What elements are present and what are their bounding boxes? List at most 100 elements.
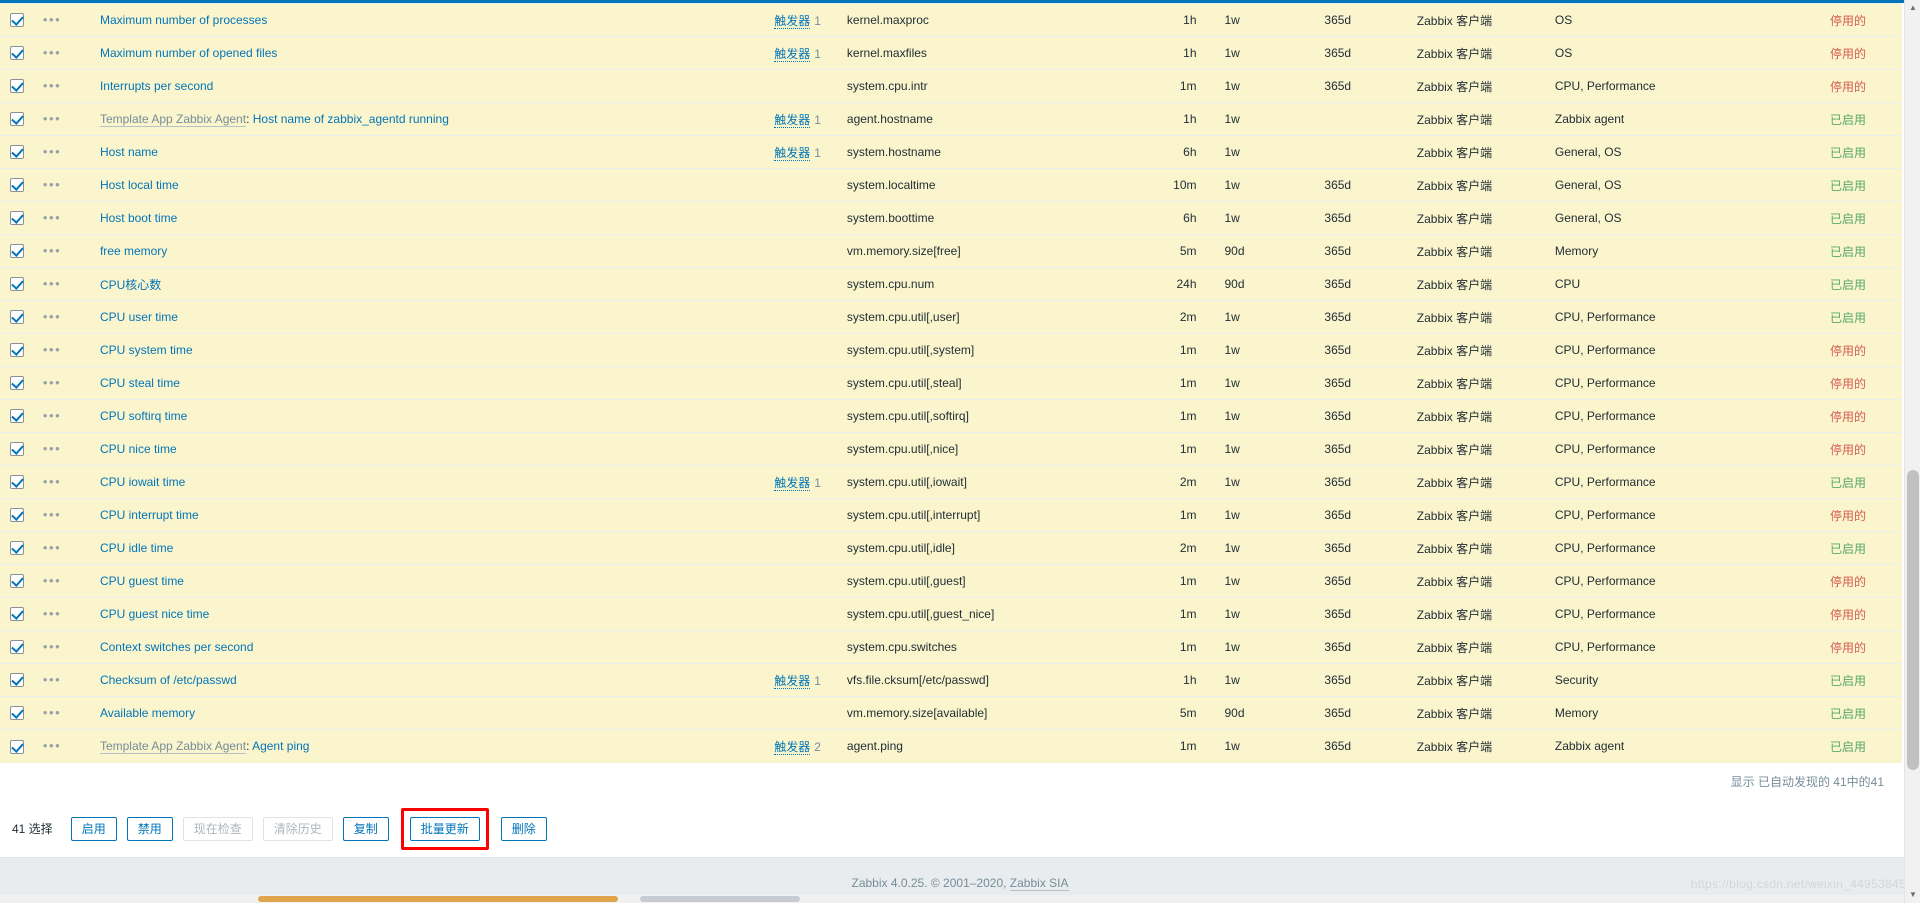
overflow-menu-icon[interactable]: ••• (43, 145, 61, 158)
overflow-menu-icon[interactable]: ••• (43, 640, 61, 653)
template-link[interactable]: Template App Zabbix Agent (99, 739, 247, 755)
status-badge[interactable]: 已启用 (1830, 311, 1866, 325)
overflow-menu-icon[interactable]: ••• (43, 244, 61, 257)
triggers-link[interactable]: 触发器 (774, 673, 811, 689)
overflow-menu-icon[interactable]: ••• (43, 706, 61, 719)
horizontal-scrollbar-thumb[interactable] (258, 896, 618, 902)
overflow-menu-icon[interactable]: ••• (43, 13, 61, 26)
mass-action-button[interactable]: 启用 (70, 816, 117, 841)
horizontal-scrollbar[interactable] (0, 895, 1904, 903)
status-badge[interactable]: 已启用 (1830, 113, 1866, 127)
item-name-link[interactable]: Context switches per second (100, 640, 253, 654)
overflow-menu-icon[interactable]: ••• (43, 376, 61, 389)
status-badge[interactable]: 停用的 (1830, 80, 1866, 94)
item-name-link[interactable]: CPU user time (100, 310, 178, 324)
status-badge[interactable]: 已启用 (1830, 740, 1866, 754)
zabbix-sia-link[interactable]: Zabbix SIA (1009, 875, 1069, 891)
vertical-scrollbar-thumb[interactable] (1907, 470, 1919, 770)
template-link[interactable]: Template App Zabbix Agent (99, 112, 247, 127)
status-badge[interactable]: 已启用 (1830, 278, 1866, 292)
horizontal-scrollbar-thumb-secondary[interactable] (640, 896, 800, 902)
item-name-link[interactable]: CPU核心数 (100, 278, 161, 292)
scroll-down-arrow-icon[interactable]: ▼ (1905, 887, 1920, 903)
item-name-link[interactable]: Maximum number of processes (100, 13, 267, 27)
status-badge[interactable]: 已启用 (1830, 179, 1866, 193)
row-checkbox[interactable] (10, 310, 25, 325)
row-checkbox[interactable] (10, 475, 25, 490)
row-checkbox[interactable] (10, 112, 25, 127)
item-name-link[interactable]: CPU idle time (100, 541, 173, 555)
overflow-menu-icon[interactable]: ••• (43, 574, 61, 587)
status-badge[interactable]: 停用的 (1830, 509, 1866, 523)
status-badge[interactable]: 已启用 (1830, 146, 1866, 160)
overflow-menu-icon[interactable]: ••• (43, 739, 61, 752)
status-badge[interactable]: 停用的 (1830, 410, 1866, 424)
item-name-link[interactable]: Host name (100, 145, 158, 159)
item-name-link[interactable]: CPU system time (100, 343, 193, 357)
mass-action-button[interactable]: 禁用 (126, 816, 173, 841)
row-checkbox[interactable] (10, 178, 25, 193)
row-checkbox[interactable] (10, 508, 25, 523)
row-checkbox[interactable] (10, 442, 25, 457)
status-badge[interactable]: 已启用 (1830, 245, 1866, 259)
overflow-menu-icon[interactable]: ••• (43, 112, 61, 125)
mass-action-button[interactable]: 批量更新 (409, 816, 480, 841)
overflow-menu-icon[interactable]: ••• (43, 442, 61, 455)
item-name-link[interactable]: Agent ping (252, 739, 309, 753)
row-checkbox[interactable] (10, 409, 25, 424)
item-name-link[interactable]: CPU steal time (100, 376, 180, 390)
overflow-menu-icon[interactable]: ••• (43, 46, 61, 59)
row-checkbox[interactable] (10, 607, 25, 622)
row-checkbox[interactable] (10, 79, 25, 94)
triggers-link[interactable]: 触发器 (774, 13, 811, 29)
mass-action-button[interactable]: 复制 (342, 816, 389, 841)
item-name-link[interactable]: Host local time (100, 178, 179, 192)
row-checkbox[interactable] (10, 640, 25, 655)
item-name-link[interactable]: Maximum number of opened files (100, 46, 277, 60)
row-checkbox[interactable] (10, 211, 25, 226)
item-name-link[interactable]: Host name of zabbix_agentd running (253, 112, 449, 126)
status-badge[interactable]: 停用的 (1830, 575, 1866, 589)
row-checkbox[interactable] (10, 13, 25, 28)
status-badge[interactable]: 停用的 (1830, 14, 1866, 28)
status-badge[interactable]: 停用的 (1830, 47, 1866, 61)
item-name-link[interactable]: CPU guest time (100, 574, 184, 588)
overflow-menu-icon[interactable]: ••• (43, 211, 61, 224)
status-badge[interactable]: 已启用 (1830, 476, 1866, 490)
overflow-menu-icon[interactable]: ••• (43, 607, 61, 620)
row-checkbox[interactable] (10, 673, 25, 688)
overflow-menu-icon[interactable]: ••• (43, 673, 61, 686)
row-checkbox[interactable] (10, 343, 25, 358)
item-name-link[interactable]: free memory (100, 244, 167, 258)
triggers-link[interactable]: 触发器 (774, 475, 811, 491)
status-badge[interactable]: 已启用 (1830, 212, 1866, 226)
status-badge[interactable]: 已启用 (1830, 542, 1866, 556)
item-name-link[interactable]: Interrupts per second (100, 79, 213, 93)
overflow-menu-icon[interactable]: ••• (43, 277, 61, 290)
row-checkbox[interactable] (10, 574, 25, 589)
item-name-link[interactable]: CPU guest nice time (100, 607, 209, 621)
status-badge[interactable]: 停用的 (1830, 377, 1866, 391)
overflow-menu-icon[interactable]: ••• (43, 409, 61, 422)
row-checkbox[interactable] (10, 706, 25, 721)
triggers-link[interactable]: 触发器 (774, 46, 811, 62)
status-badge[interactable]: 已启用 (1830, 674, 1866, 688)
overflow-menu-icon[interactable]: ••• (43, 178, 61, 191)
row-checkbox[interactable] (10, 739, 25, 754)
item-name-link[interactable]: CPU interrupt time (100, 508, 199, 522)
item-name-link[interactable]: Host boot time (100, 211, 177, 225)
row-checkbox[interactable] (10, 376, 25, 391)
item-name-link[interactable]: Available memory (100, 706, 195, 720)
vertical-scrollbar[interactable]: ▲ ▼ (1904, 0, 1920, 903)
status-badge[interactable]: 停用的 (1830, 641, 1866, 655)
row-checkbox[interactable] (10, 541, 25, 556)
triggers-link[interactable]: 触发器 (774, 739, 811, 755)
triggers-link[interactable]: 触发器 (774, 112, 811, 128)
status-badge[interactable]: 已启用 (1830, 707, 1866, 721)
mass-action-button[interactable]: 删除 (500, 816, 547, 841)
status-badge[interactable]: 停用的 (1830, 344, 1866, 358)
row-checkbox[interactable] (10, 277, 25, 292)
overflow-menu-icon[interactable]: ••• (43, 79, 61, 92)
scroll-up-arrow-icon[interactable]: ▲ (1905, 0, 1920, 16)
status-badge[interactable]: 停用的 (1830, 443, 1866, 457)
